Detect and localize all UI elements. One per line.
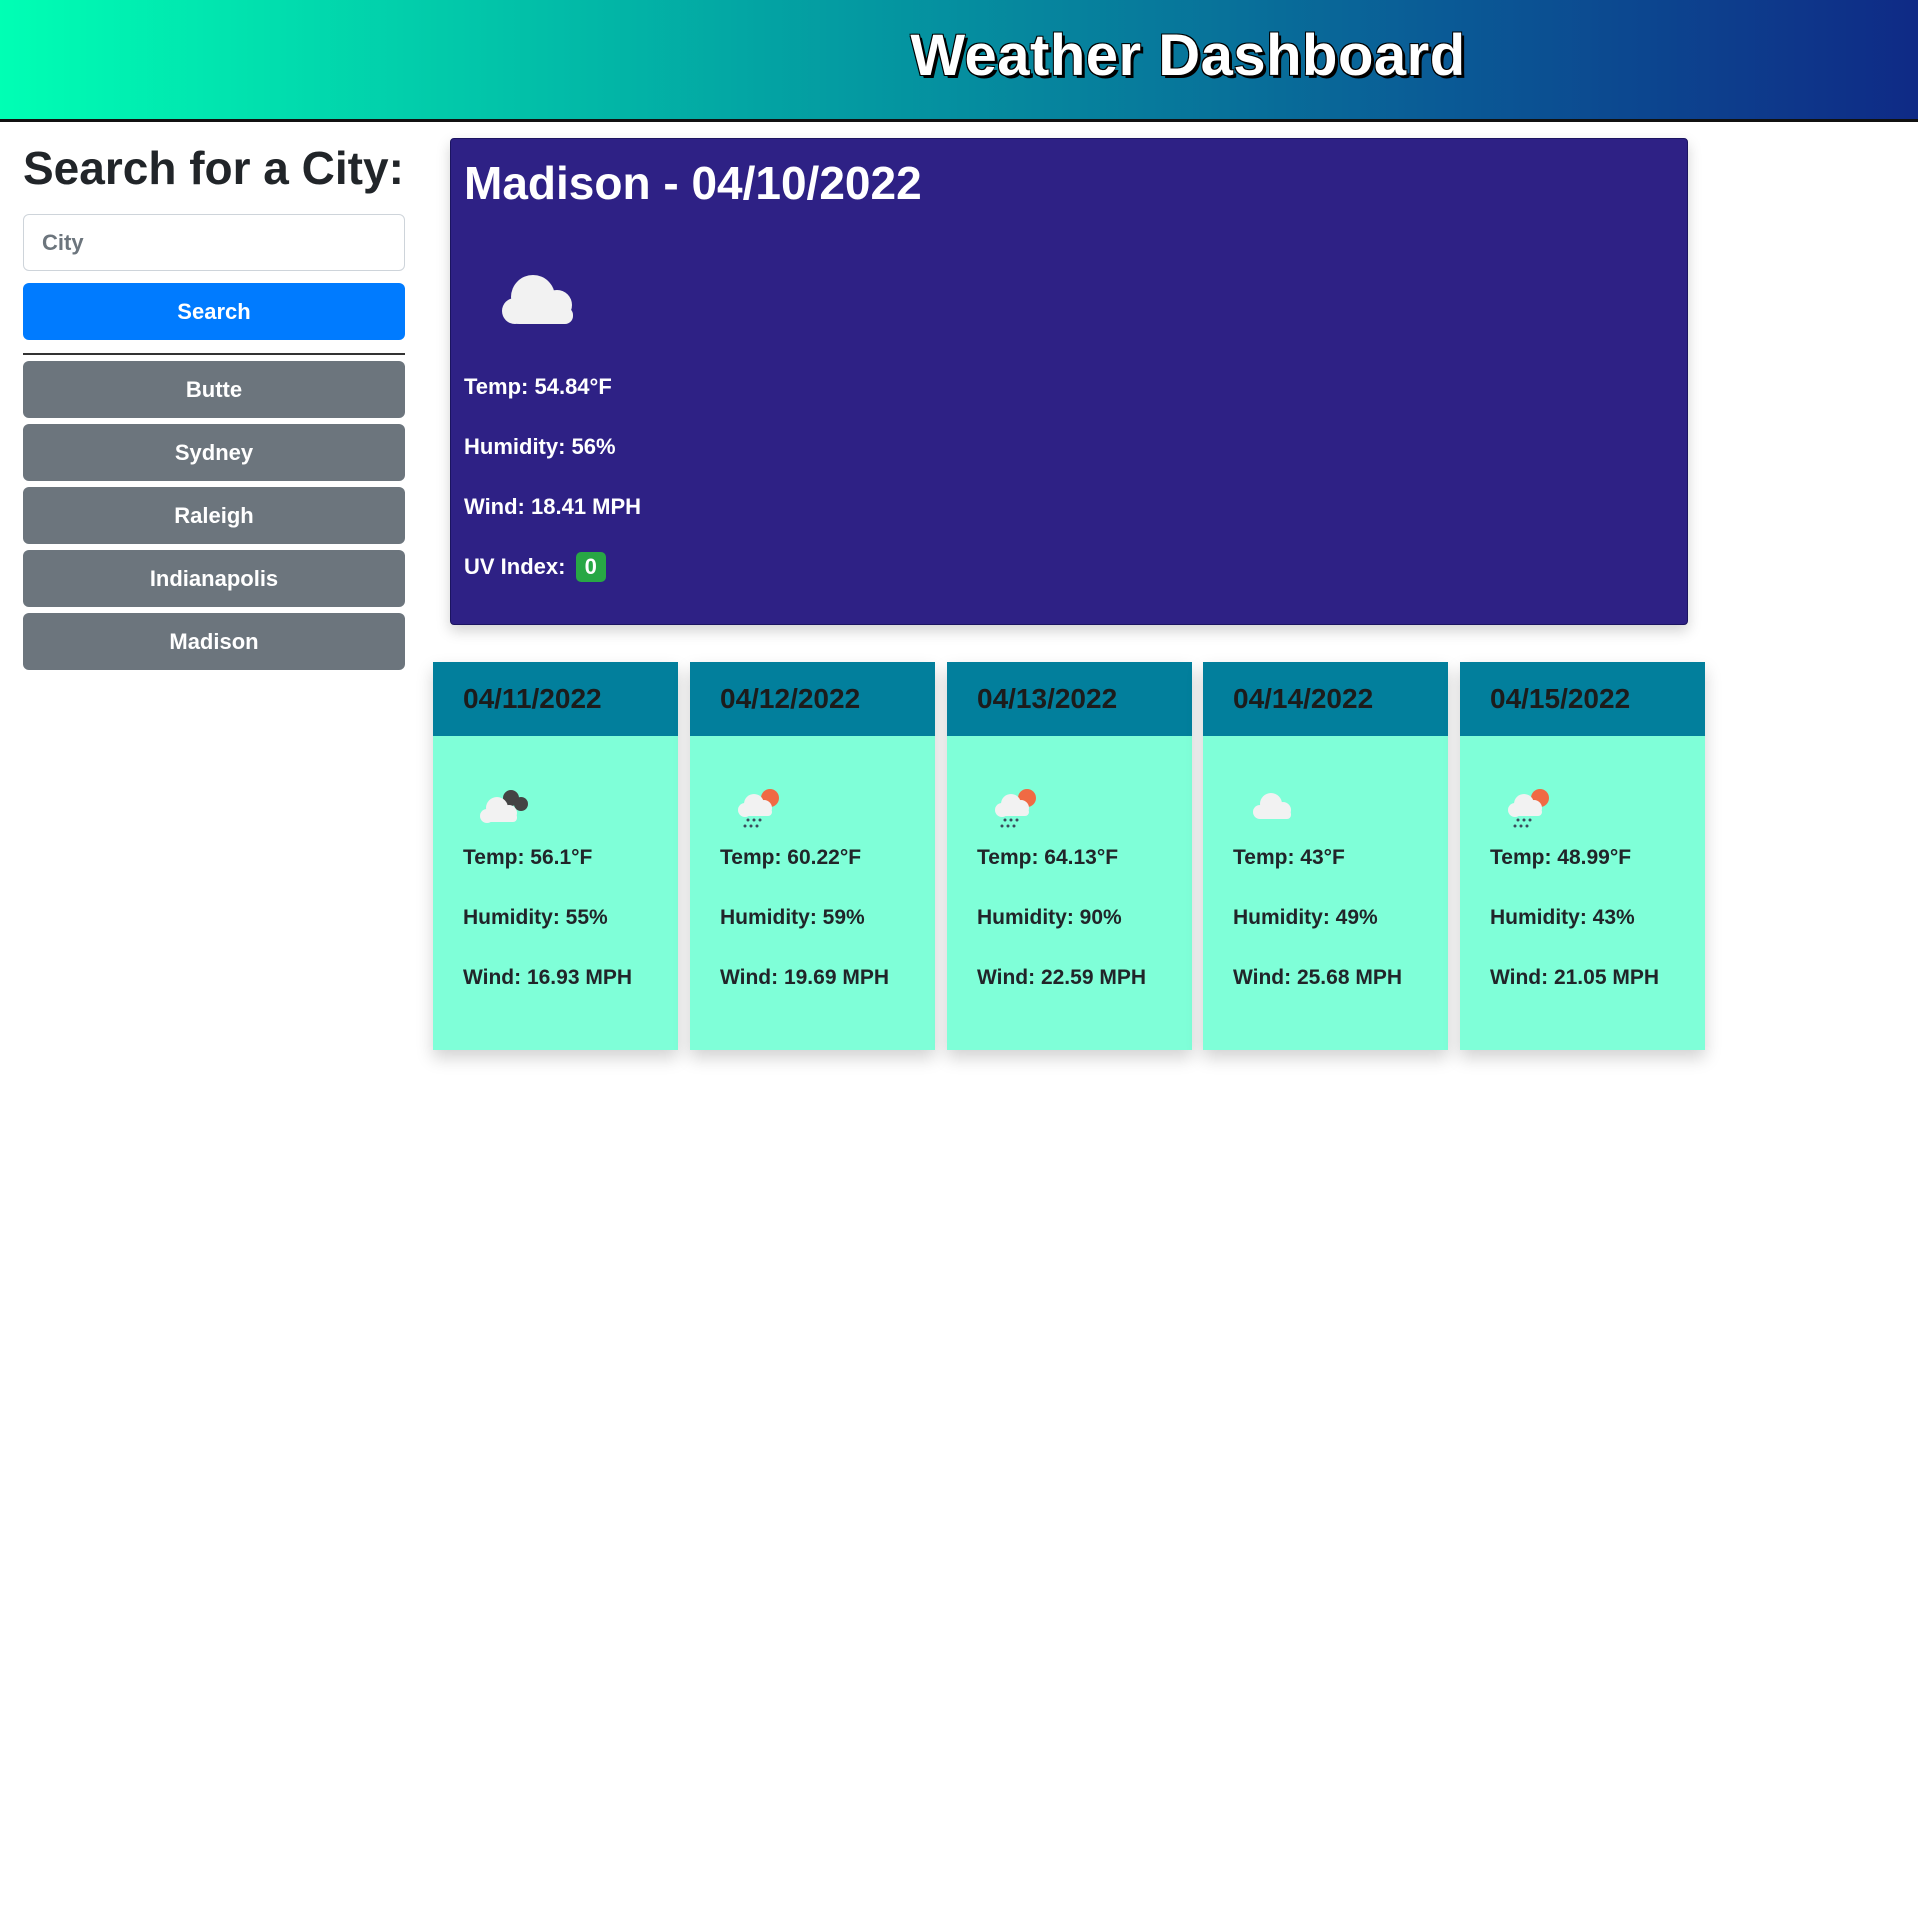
forecast-card: 04/13/2022 Temp: 64.13°F Humidity: 90% W…: [947, 662, 1192, 1050]
header-banner: Weather Dashboard: [0, 0, 1918, 122]
forecast-temp: Temp: 60.22°F: [720, 846, 862, 869]
cloud-icon: [502, 275, 573, 324]
sun-rain-icon: [738, 789, 779, 828]
sun-rain-icon: [995, 789, 1036, 828]
forecast-temp: Temp: 48.99°F: [1490, 846, 1632, 869]
forecast-card: 04/11/2022 Temp: 56.1°F Humidity: 55% Wi…: [433, 662, 678, 1050]
forecast-card: 04/15/2022 Temp: 48.99°F Humidity: 43% W…: [1460, 662, 1705, 1050]
forecast-date: 04/13/2022: [947, 662, 1192, 736]
forecast-temp: Temp: 64.13°F: [977, 846, 1119, 869]
current-uv: UV Index: 0: [464, 552, 606, 582]
forecast-humidity: Humidity: 49%: [1233, 906, 1378, 929]
forecast-temp: Temp: 43°F: [1233, 846, 1345, 869]
cloud-icon: [1253, 793, 1291, 819]
current-city-date: Madison - 04/10/2022: [464, 157, 922, 209]
current-wind: Wind: 18.41 MPH: [464, 494, 642, 519]
history-button-madison[interactable]: Madison: [23, 613, 405, 670]
forecast-date: 04/15/2022: [1460, 662, 1705, 736]
current-humidity: Humidity: 56%: [464, 434, 616, 459]
forecast-wind: Wind: 16.93 MPH: [463, 966, 633, 989]
history-button-raleigh[interactable]: Raleigh: [23, 487, 405, 544]
city-search-input[interactable]: [23, 214, 405, 271]
forecast-temp: Temp: 56.1°F: [463, 846, 593, 869]
page-title: Weather Dashboard: [910, 23, 1466, 88]
uv-label: UV Index:: [464, 554, 566, 579]
forecast-humidity: Humidity: 43%: [1490, 906, 1635, 929]
history-button-butte[interactable]: Butte: [23, 361, 405, 418]
forecast-humidity: Humidity: 90%: [977, 906, 1122, 929]
current-temp: Temp: 54.84°F: [464, 374, 612, 399]
divider: [23, 353, 405, 355]
broken-clouds-icon: [480, 790, 528, 823]
sun-rain-icon: [1508, 789, 1549, 828]
uv-index-badge: 0: [575, 552, 606, 582]
forecast-card: 04/14/2022 Temp: 43°F Humidity: 49% Wind…: [1203, 662, 1448, 1050]
forecast-date: 04/14/2022: [1203, 662, 1448, 736]
forecast-card: 04/12/2022 Temp: 60.22°F Humidity: 59% W…: [690, 662, 935, 1050]
search-sidebar: Search for a City: Search Butte Sydney R…: [23, 138, 405, 676]
history-button-sydney[interactable]: Sydney: [23, 424, 405, 481]
forecast-date: 04/11/2022: [433, 662, 678, 736]
forecast-date: 04/12/2022: [690, 662, 935, 736]
forecast-wind: Wind: 21.05 MPH: [1490, 966, 1660, 989]
search-button[interactable]: Search: [23, 283, 405, 340]
history-button-indianapolis[interactable]: Indianapolis: [23, 550, 405, 607]
forecast-wind: Wind: 22.59 MPH: [977, 966, 1147, 989]
forecast-humidity: Humidity: 55%: [463, 906, 608, 929]
current-weather-card: Madison - 04/10/2022 Temp: 54.84°F Humid…: [450, 138, 1688, 625]
forecast-humidity: Humidity: 59%: [720, 906, 865, 929]
forecast-wind: Wind: 19.69 MPH: [720, 966, 890, 989]
forecast-wind: Wind: 25.68 MPH: [1233, 966, 1403, 989]
sidebar-title: Search for a City:: [23, 142, 404, 194]
